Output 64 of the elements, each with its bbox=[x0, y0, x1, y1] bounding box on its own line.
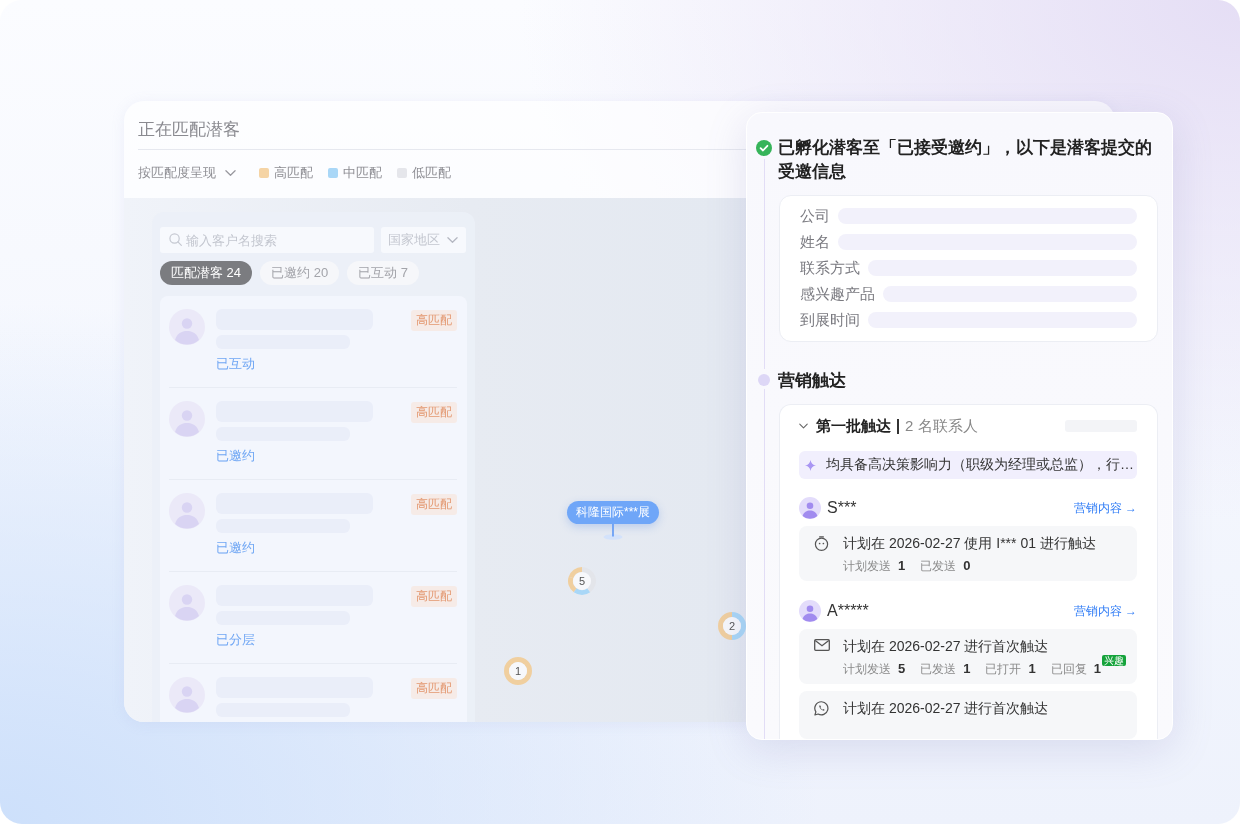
contact-name: A***** bbox=[827, 602, 869, 620]
mail-icon bbox=[814, 639, 830, 651]
legend-label: 高匹配 bbox=[274, 164, 313, 182]
stat-label: 已打开 bbox=[985, 660, 1022, 678]
match-tag: 高匹配 bbox=[411, 678, 457, 699]
field-label: 到展时间 bbox=[800, 310, 860, 330]
stat-value: 1 bbox=[898, 557, 906, 573]
avatar-icon bbox=[169, 493, 205, 529]
plan-text: 计划在 2026-02-27 使用 I*** 01 进行触达 bbox=[843, 534, 1096, 552]
filter-tab[interactable]: 已互动 7 bbox=[347, 261, 419, 285]
stat-value: 1 bbox=[1093, 660, 1101, 676]
filter-tab[interactable]: 匹配潜客 24 bbox=[160, 261, 253, 285]
stat-label: 计划发送 bbox=[843, 660, 891, 678]
chevron-down-icon bbox=[447, 236, 458, 244]
stat-value: 1 bbox=[963, 660, 971, 676]
panel-title: 正在匹配潜客 bbox=[138, 119, 240, 141]
avatar-icon bbox=[799, 600, 821, 622]
chevron-down-icon[interactable] bbox=[799, 422, 808, 430]
status-text: 已互动 bbox=[216, 355, 255, 373]
step-title: 已孵化潜客至「已接受邀约」，以下是潜客提交的受邀信息 bbox=[778, 137, 1153, 183]
field-label: 感兴趣产品 bbox=[800, 284, 875, 304]
pin-marker-icon bbox=[603, 524, 623, 540]
avatar-icon bbox=[169, 677, 205, 713]
marketing-content-link[interactable]: 营销内容 → bbox=[1073, 602, 1137, 620]
phone-bubble-icon bbox=[814, 701, 829, 716]
contact-name: S*** bbox=[827, 499, 857, 517]
stat-label: 已发送 bbox=[920, 660, 957, 678]
avatar-icon bbox=[169, 401, 205, 437]
chevron-down-icon bbox=[225, 169, 236, 177]
avatar-icon bbox=[799, 497, 821, 519]
clock-icon bbox=[814, 536, 829, 551]
batch-title: 第一批触达 bbox=[816, 416, 891, 436]
status-text: 已邀约 bbox=[216, 447, 255, 465]
field-label: 公司 bbox=[800, 206, 830, 226]
stat-value: 0 bbox=[963, 557, 971, 573]
stat-label: 已发送 bbox=[920, 557, 957, 575]
avatar-icon bbox=[169, 585, 205, 621]
field-label: 姓名 bbox=[800, 232, 830, 252]
insight-text: 均具备高决策影响力（职级为经理或总监），行… bbox=[826, 456, 1134, 474]
stat-label: 已回复 bbox=[1050, 660, 1087, 678]
marketing-content-link[interactable]: 营销内容 → bbox=[1073, 499, 1137, 517]
field-label: 联系方式 bbox=[800, 258, 860, 278]
view-select[interactable]: 按匹配度呈现 bbox=[138, 163, 236, 183]
plan-text: 计划在 2026-02-27 进行首次触达 bbox=[843, 699, 1049, 717]
reply-tag: 兴趣 bbox=[1101, 654, 1126, 666]
stat-value: 1 bbox=[1028, 660, 1036, 676]
status-text: 已邀约 bbox=[216, 539, 255, 557]
contact-count: 2 名联系人 bbox=[905, 416, 978, 436]
match-tag: 高匹配 bbox=[411, 586, 457, 607]
step-title: 营销触达 bbox=[778, 370, 847, 392]
match-tag: 高匹配 bbox=[411, 310, 457, 331]
avatar-icon bbox=[169, 309, 205, 345]
sparkle-icon bbox=[805, 459, 816, 471]
plan-text: 计划在 2026-02-27 进行首次触达 bbox=[843, 637, 1049, 655]
search-icon bbox=[169, 233, 182, 246]
stat-value: 5 bbox=[898, 660, 906, 676]
match-tag: 高匹配 bbox=[411, 402, 457, 423]
match-tag: 高匹配 bbox=[411, 494, 457, 515]
legend-label: 中匹配 bbox=[343, 164, 382, 182]
event-pin-label[interactable]: 科隆国际***展 bbox=[567, 501, 659, 524]
status-text: 已分层 bbox=[216, 631, 255, 649]
stat-label: 计划发送 bbox=[843, 557, 891, 575]
legend-label: 低匹配 bbox=[412, 164, 451, 182]
filter-tab[interactable]: 已邀约 20 bbox=[260, 261, 340, 285]
